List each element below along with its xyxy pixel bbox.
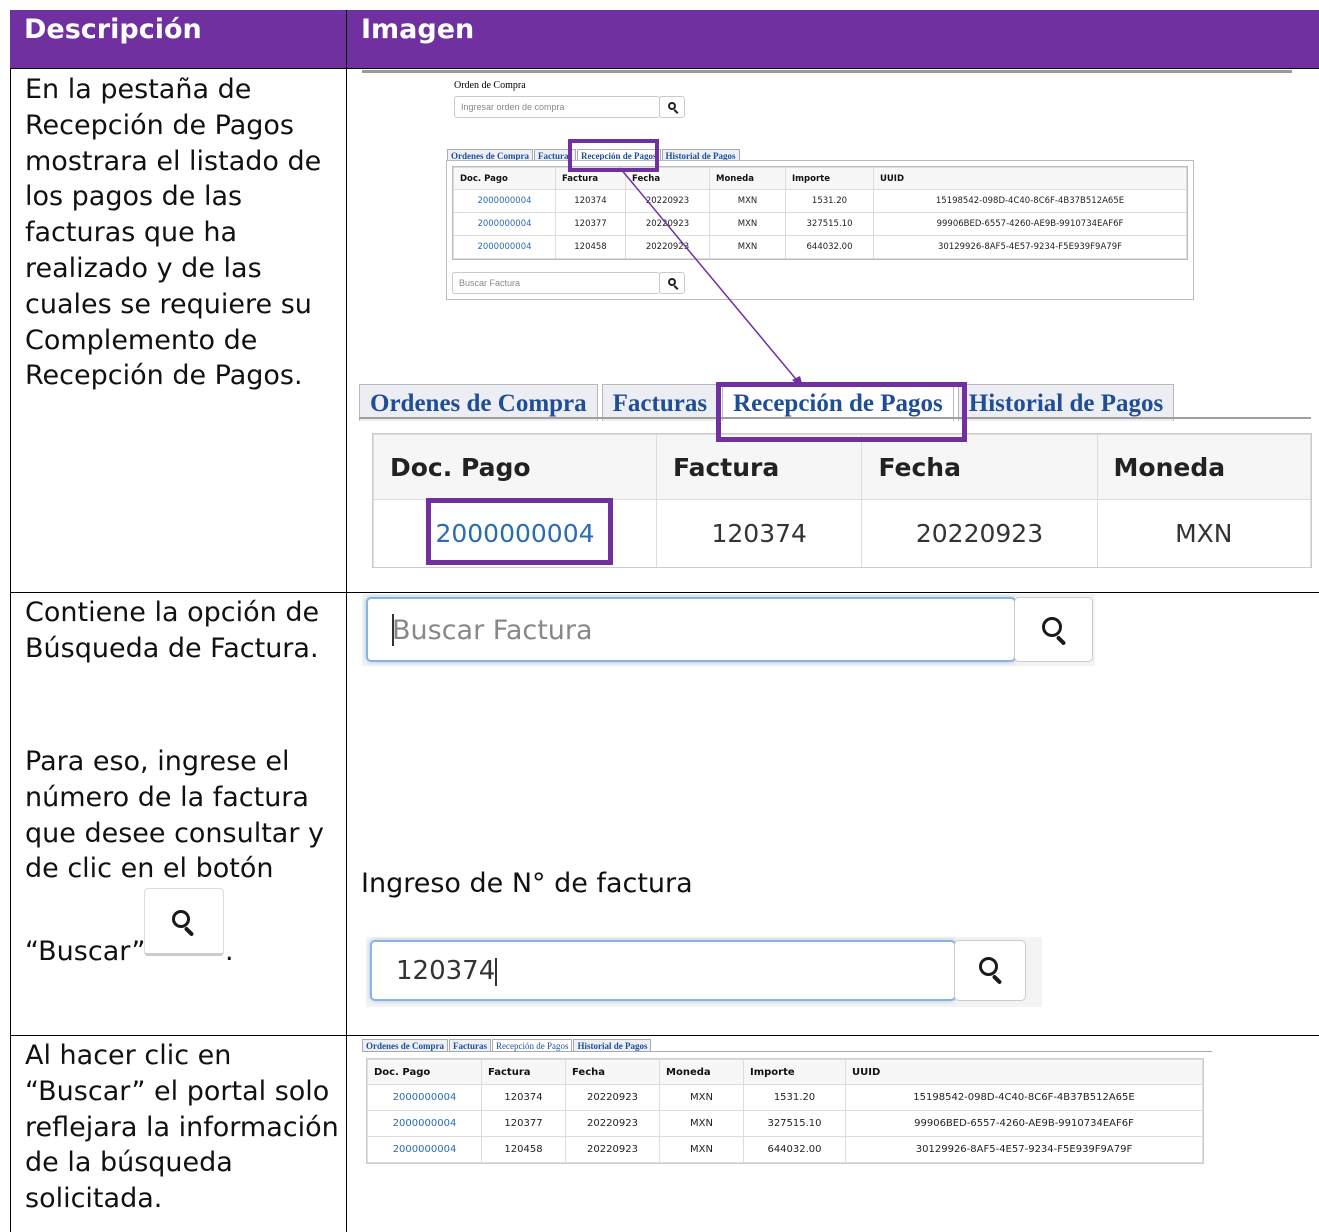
cell: 99906BED-6557-4260-AE9B-9910734EAF6F — [845, 1110, 1203, 1137]
zoom-col-doc-pago: Doc. Pago — [373, 434, 657, 500]
table-row: 2000000004 120458 20220923 MXN 644032.00… — [367, 1136, 1203, 1163]
factura-search-input[interactable]: Buscar Factura — [366, 597, 1016, 662]
search-icon-handle — [1055, 635, 1067, 646]
col-fecha: Fecha — [565, 1059, 660, 1085]
cell: 20220923 — [565, 1110, 660, 1137]
arrow-line — [619, 167, 801, 385]
row2-description-a: Contiene la opción de Búsqueda de Factur… — [25, 595, 345, 667]
text-cursor — [495, 957, 498, 986]
cell: 120374 — [655, 499, 863, 567]
factura-search-input-filled[interactable]: 120374 — [370, 940, 956, 1001]
cell: 327515.10 — [743, 1110, 846, 1137]
cell: 120377 — [481, 1110, 566, 1137]
text-line: de la búsqueda — [25, 1147, 233, 1179]
buscar-button-illustration — [144, 888, 224, 956]
text-line: de clic en el botón — [25, 853, 274, 885]
cell: 15198542-098D-4C40-8C6F-4B37B512A65E — [845, 1084, 1203, 1111]
text-line: Al hacer clic en — [25, 1040, 232, 1071]
text-line: Búsqueda de Factura. — [25, 632, 319, 664]
cell: 644032.00 — [743, 1136, 846, 1163]
zoom-col-moneda: Moneda — [1096, 434, 1311, 500]
zoom-col-fecha: Fecha — [861, 434, 1098, 500]
doc-pago-link[interactable]: 2000000004 — [367, 1084, 482, 1111]
search-icon-glass — [1042, 617, 1062, 637]
highlight-doc-pago — [426, 498, 613, 565]
text-line: solicitada. — [25, 1183, 163, 1215]
col-importe: Importe — [743, 1059, 846, 1085]
text-line: que desee consultar y — [25, 817, 325, 849]
tab-zoom-facturas[interactable]: Facturas — [601, 384, 719, 421]
result-table: Doc. Pago Factura Fecha Moneda Importe U… — [366, 1058, 1204, 1164]
buscar-period: . — [225, 936, 234, 967]
search-icon-glass — [979, 957, 998, 976]
search-placeholder: Buscar Factura — [392, 615, 593, 646]
text-line: “Buscar” el portal solo — [25, 1075, 330, 1107]
col-factura: Factura — [481, 1059, 566, 1085]
zoom-col-factura: Factura — [655, 434, 863, 500]
table-row: 2000000004 120377 20220923 MXN 327515.10… — [367, 1110, 1203, 1137]
text-line: Para eso, ingrese el — [25, 746, 290, 777]
row3-description: Al hacer clic en “Buscar” el portal solo… — [25, 1038, 345, 1217]
cell: 20220923 — [565, 1084, 660, 1111]
cell: MXN — [1096, 499, 1311, 567]
col-doc-pago: Doc. Pago — [367, 1059, 482, 1085]
cell: MXN — [659, 1136, 744, 1163]
text-line: número de la factura — [25, 781, 309, 813]
col-uuid: UUID — [845, 1059, 1203, 1085]
table-row: 2000000004 120374 20220923 MXN 1531.20 1… — [367, 1084, 1203, 1111]
factura-search-button-2[interactable] — [954, 940, 1026, 1001]
cell: 120374 — [481, 1084, 566, 1111]
search-icon-handle — [991, 974, 1003, 985]
tab-zoom-historial[interactable]: Historial de Pagos — [957, 384, 1175, 421]
caption-ingreso: Ingreso de N° de factura — [361, 868, 693, 899]
cell: 1531.20 — [743, 1084, 846, 1111]
text-line: reflejara la información — [25, 1111, 339, 1143]
highlight-tab-zoom — [716, 382, 967, 442]
search-icon-handle — [183, 926, 195, 937]
doc-pago-link[interactable]: 2000000004 — [367, 1136, 482, 1163]
cell: 30129926-8AF5-4E57-9234-F5E939F9A79F — [845, 1136, 1203, 1163]
text-line: Contiene la opción de — [25, 597, 320, 628]
cell: 120458 — [481, 1136, 566, 1163]
col-moneda: Moneda — [659, 1059, 744, 1085]
cell: 20220923 — [861, 499, 1098, 567]
tab-zoom-ordenes[interactable]: Ordenes de Compra — [359, 384, 598, 421]
cell: MXN — [659, 1084, 744, 1111]
cell: 20220923 — [565, 1136, 660, 1163]
factura-search-button[interactable] — [1014, 597, 1093, 662]
doc-pago-link[interactable]: 2000000004 — [367, 1110, 482, 1137]
result-panel-top — [362, 1051, 1212, 1052]
search-value: 120374 — [396, 956, 496, 986]
cell: MXN — [659, 1110, 744, 1137]
search-icon-glass — [172, 910, 190, 928]
row2-description-b: Para eso, ingrese el número de la factur… — [25, 744, 345, 887]
text-cursor — [392, 614, 394, 646]
